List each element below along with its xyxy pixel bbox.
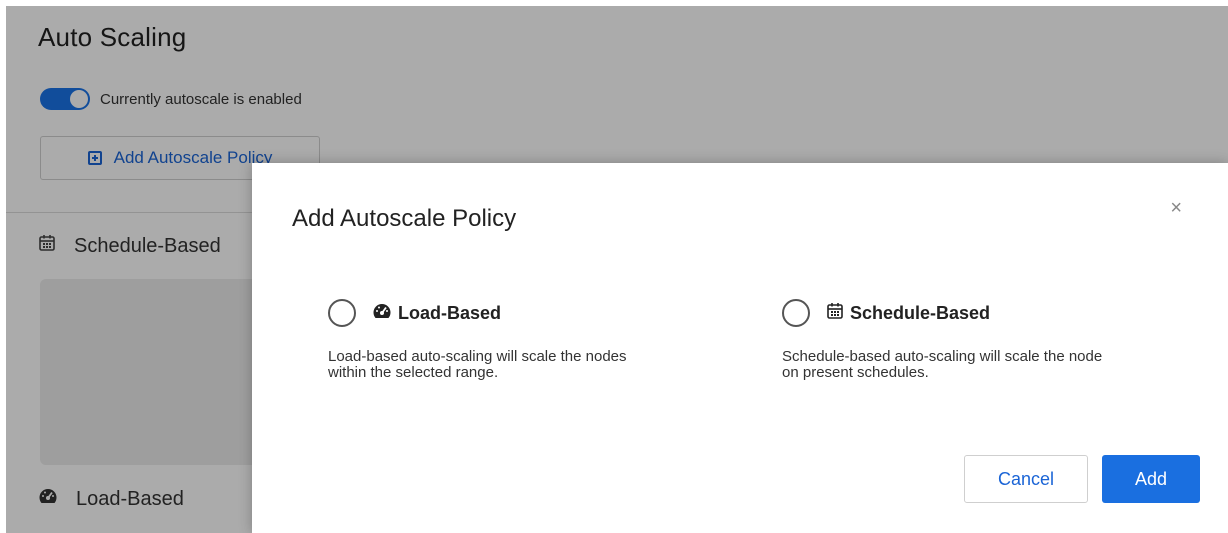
schedule-based-radio[interactable]	[782, 299, 810, 327]
close-icon[interactable]: ×	[1170, 197, 1182, 220]
load-based-title: Load-Based	[398, 302, 502, 323]
cancel-button[interactable]: Cancel	[964, 455, 1088, 503]
load-based-desc-line-2: within the selected range.	[328, 364, 499, 381]
add-autoscale-policy-dialog: Add Autoscale Policy × Load-Based Load-b…	[252, 163, 1228, 533]
dialog-title: Add Autoscale Policy	[292, 205, 517, 232]
schedule-based-description: Schedule-based auto-scaling will scale t…	[782, 349, 1102, 381]
gauge-icon	[372, 302, 392, 325]
option-load-based-header: Load-Based	[328, 299, 627, 327]
schedule-based-desc-line-2: on present schedules.	[782, 364, 929, 381]
schedule-based-desc-line-1: Schedule-based auto-scaling will scale t…	[782, 348, 1103, 365]
add-button[interactable]: Add	[1102, 455, 1200, 503]
option-load-based[interactable]: Load-Based Load-based auto-scaling will …	[328, 299, 627, 381]
schedule-based-title: Schedule-Based	[850, 302, 991, 323]
calendar-icon	[826, 302, 844, 325]
option-schedule-based[interactable]: Schedule-Based Schedule-based auto-scali…	[782, 299, 1102, 381]
dialog-footer: Cancel Add	[964, 455, 1200, 503]
load-based-desc-line-1: Load-based auto-scaling will scale the n…	[328, 348, 627, 365]
load-based-radio[interactable]	[328, 299, 356, 327]
load-based-description: Load-based auto-scaling will scale the n…	[328, 349, 627, 381]
option-schedule-based-header: Schedule-Based	[782, 299, 1102, 327]
